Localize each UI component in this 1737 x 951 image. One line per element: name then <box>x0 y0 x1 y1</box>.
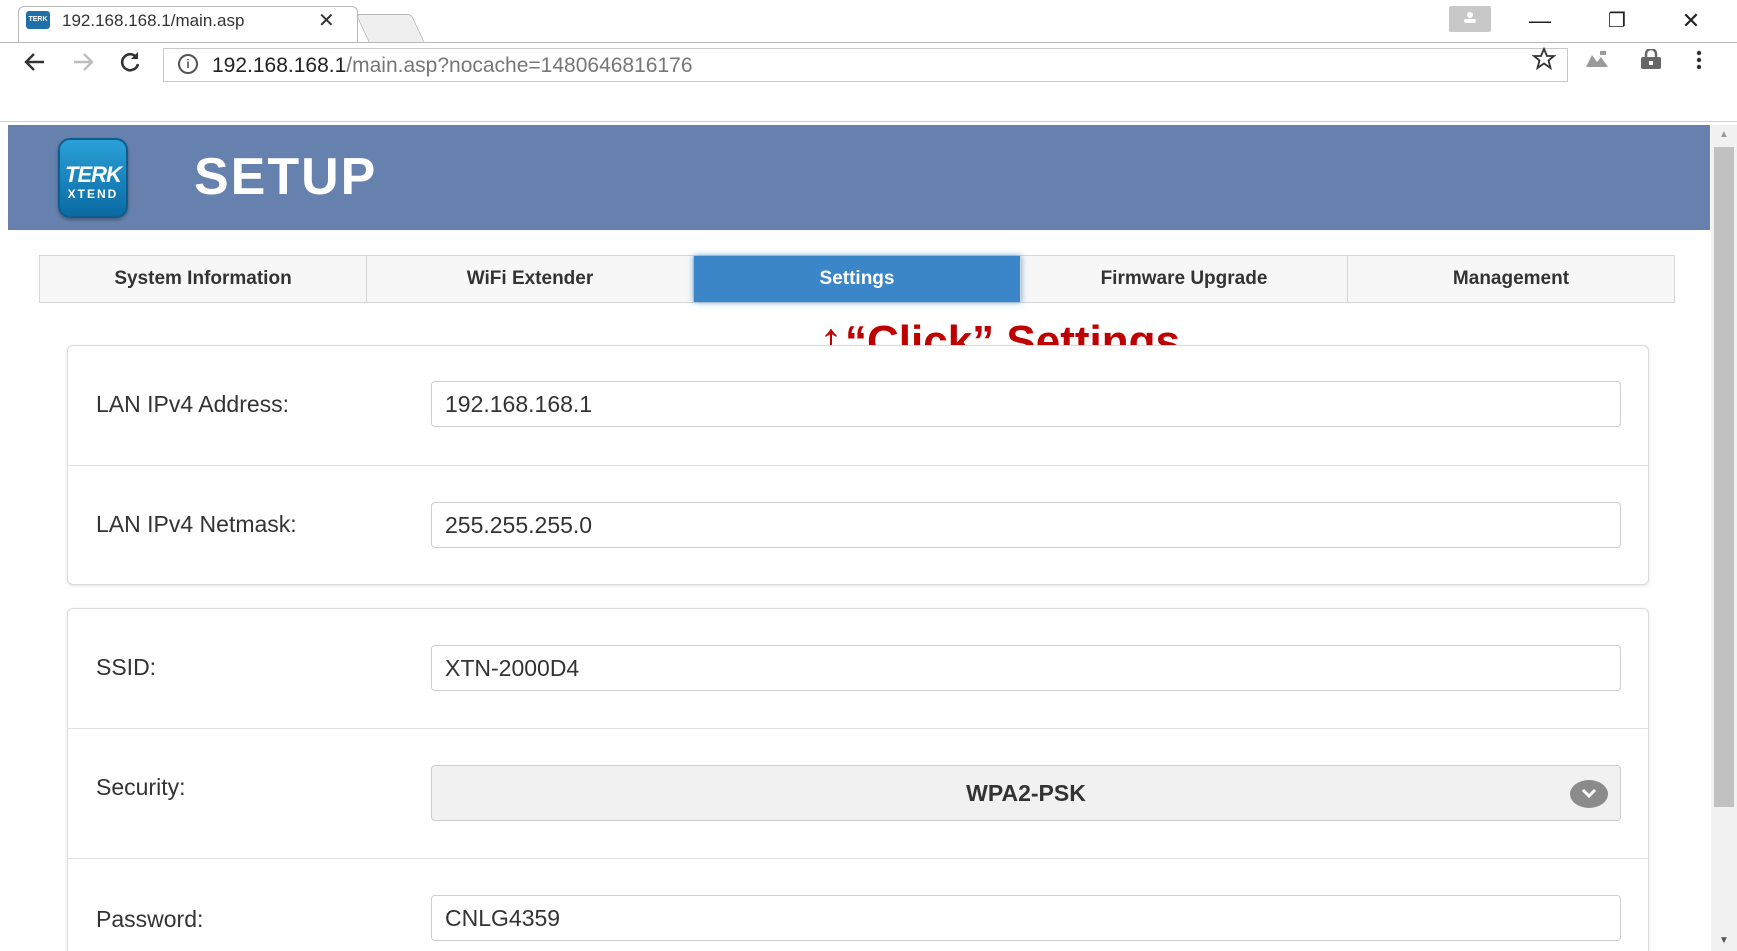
security-selected-value: WPA2-PSK <box>966 780 1086 806</box>
lan-ipv4-netmask-row: LAN IPv4 Netmask: 255.255.255.0 <box>68 466 1648 586</box>
star-icon[interactable] <box>1531 46 1557 78</box>
url-host: 192.168.168.1 <box>212 54 347 77</box>
security-row: Security: WPA2-PSK <box>68 729 1648 859</box>
new-tab-button[interactable] <box>355 14 425 42</box>
info-icon[interactable]: i <box>178 54 198 74</box>
reload-icon[interactable] <box>117 49 143 82</box>
tab-wifi-extender[interactable]: WiFi Extender <box>367 256 694 302</box>
page-header: TERK XTEND SETUP <box>8 125 1710 230</box>
tab-title[interactable]: 192.168.168.1/main.asp <box>62 11 282 31</box>
viewport-divider <box>0 121 1737 122</box>
lan-ipv4-netmask-label: LAN IPv4 Netmask: <box>96 511 297 537</box>
address-bar[interactable]: i 192.168.168.1/main.asp?nocache=1480646… <box>163 48 1568 82</box>
scroll-down-icon[interactable]: ▼ <box>1711 931 1737 951</box>
ssid-row: SSID: XTN-2000D4 <box>68 609 1648 729</box>
page-scrollbar[interactable]: ▲ ▼ <box>1711 125 1737 951</box>
tab-close-icon[interactable]: ✕ <box>318 8 335 33</box>
url-path: /main.asp?nocache=1480646816176 <box>346 54 693 77</box>
scrollbar-thumb[interactable] <box>1714 147 1734 807</box>
url-text[interactable]: 192.168.168.1/main.asp?nocache=148064681… <box>212 54 693 78</box>
lan-ipv4-address-label: LAN IPv4 Address: <box>96 391 290 417</box>
terk-logo: TERK XTEND <box>58 138 128 218</box>
tab-management[interactable]: Management <box>1348 256 1674 302</box>
browser-tabstrip: TERK 192.168.168.1/main.asp ✕ — ❐ ✕ <box>0 0 1737 42</box>
chevron-down-icon[interactable] <box>1570 780 1608 808</box>
browser-toolbar: i 192.168.168.1/main.asp?nocache=1480646… <box>0 43 1737 85</box>
profile-icon <box>1464 12 1476 23</box>
security-select[interactable]: WPA2-PSK <box>431 765 1621 821</box>
tab-firmware-upgrade[interactable]: Firmware Upgrade <box>1021 256 1348 302</box>
main-nav: System Information WiFi Extender Setting… <box>39 255 1675 303</box>
extension-icon[interactable] <box>1583 49 1611 73</box>
close-window-button[interactable]: ✕ <box>1671 6 1711 36</box>
password-label: Password: <box>96 906 204 932</box>
lan-ipv4-netmask-input[interactable]: 255.255.255.0 <box>431 502 1621 548</box>
logo-bottom-text: XTEND <box>67 187 119 201</box>
scroll-up-icon[interactable]: ▲ <box>1711 125 1737 145</box>
lan-ipv4-address-row: LAN IPv4 Address: 192.168.168.1 <box>68 346 1648 466</box>
page-title: SETUP <box>194 148 378 206</box>
page-viewport: TERK XTEND SETUP System Information WiFi… <box>0 85 1737 951</box>
security-label: Security: <box>96 774 186 800</box>
profile-button[interactable] <box>1449 6 1491 32</box>
menu-icon[interactable] <box>1696 49 1702 77</box>
minimize-button[interactable]: — <box>1520 6 1560 36</box>
lan-ipv4-address-input[interactable]: 192.168.168.1 <box>431 381 1621 427</box>
restore-button[interactable]: ❐ <box>1597 6 1637 36</box>
favicon-icon: TERK <box>26 11 50 29</box>
tab-system-information[interactable]: System Information <box>40 256 367 302</box>
wifi-settings-panel: SSID: XTN-2000D4 Security: WPA2-PSK Pass… <box>67 608 1649 951</box>
extension-icon[interactable] <box>1637 47 1665 73</box>
forward-icon[interactable] <box>70 49 96 82</box>
password-input[interactable]: CNLG4359 <box>431 895 1621 941</box>
logo-top-text: TERK <box>65 162 122 187</box>
back-icon[interactable] <box>22 49 48 82</box>
lan-settings-panel: LAN IPv4 Address: 192.168.168.1 LAN IPv4… <box>67 345 1649 585</box>
ssid-input[interactable]: XTN-2000D4 <box>431 645 1621 691</box>
tab-settings[interactable]: Settings <box>694 256 1021 302</box>
ssid-label: SSID: <box>96 654 157 680</box>
password-row: Password: CNLG4359 <box>68 859 1648 951</box>
